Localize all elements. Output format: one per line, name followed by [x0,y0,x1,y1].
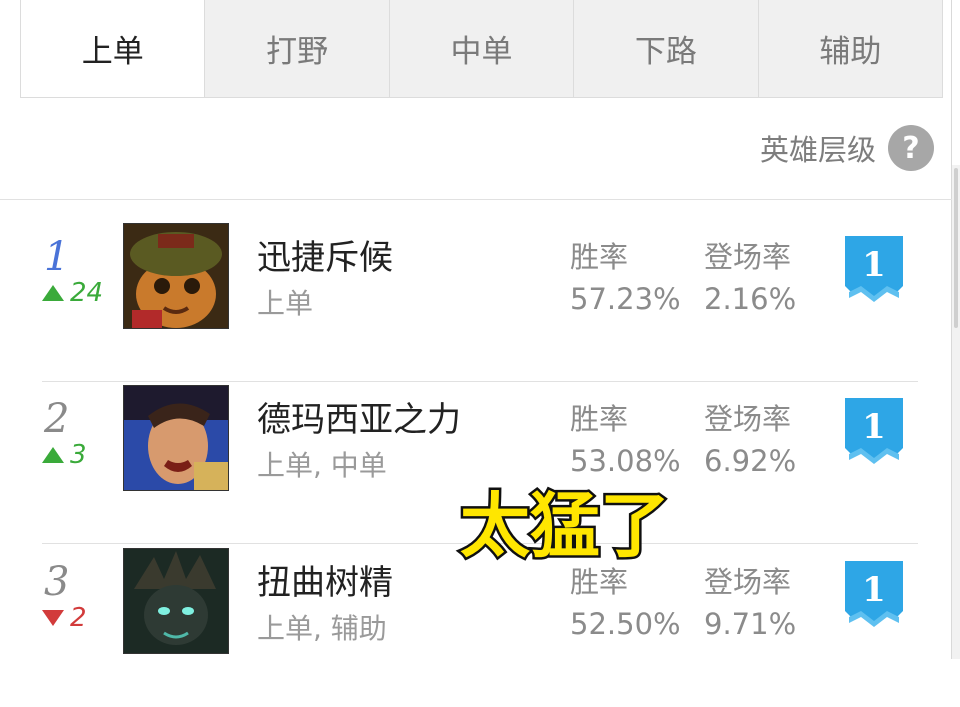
tier-badge-icon: 1 [845,561,903,627]
arrow-up-icon [42,285,64,301]
rank-number: 3 [44,559,70,605]
win-rate-value: 57.23% [570,282,681,316]
rank-number: 1 [44,234,70,280]
role-tabs: 上单 打野 中单 下路 辅助 [20,0,943,98]
win-rate-label: 胜率 [570,402,629,436]
tier-badge-icon: 1 [845,398,903,464]
scrollbar-thumb[interactable] [954,168,958,328]
tier-badge-value: 1 [862,407,886,447]
rank-change-value: 2 [70,603,87,633]
pick-rate-value: 9.71% [704,607,797,641]
hero-portrait[interactable] [123,223,229,329]
hero-role: 上单, 中单 [257,449,387,482]
hero-role: 上单 [257,287,314,320]
rank-change-value: 24 [70,278,104,308]
hero-name[interactable]: 迅捷斥候 [257,230,393,279]
tier-badge-value: 1 [862,245,886,285]
hero-name[interactable]: 扭曲树精 [257,555,393,604]
arrow-down-icon [42,610,64,626]
hero-role: 上单, 辅助 [257,612,387,645]
tab-support[interactable]: 辅助 [757,0,942,97]
tier-header: 英雄层级 ? [760,125,934,171]
hero-portrait[interactable] [123,385,229,491]
tab-bottom[interactable]: 下路 [573,0,757,97]
tab-mid[interactable]: 中单 [388,0,573,97]
hero-name[interactable]: 德玛西亚之力 [257,392,461,441]
tier-badge-value: 1 [862,570,886,610]
win-rate-label: 胜率 [570,240,629,274]
rank-change: 2 [42,603,87,633]
pick-rate-value: 6.92% [704,444,797,478]
overlay-caption: 太猛了 [458,483,673,570]
pick-rate-label: 登场率 [704,402,792,436]
pick-rate-value: 2.16% [704,282,797,316]
pick-rate-label: 登场率 [704,565,792,599]
pick-rate-label: 登场率 [704,240,792,274]
tab-top[interactable]: 上单 [21,0,205,97]
tier-badge-icon: 1 [845,236,903,302]
hero-row[interactable]: 1 24 迅捷斥候 上单 胜率 57.23% 登场率 2.16% 1 [42,220,918,382]
help-icon[interactable]: ? [888,125,934,171]
rank-number: 2 [44,396,70,442]
tier-header-label: 英雄层级 [759,133,876,167]
win-rate-value: 52.50% [570,607,681,641]
hero-portrait[interactable] [123,548,229,654]
rank-change: 24 [42,278,103,308]
divider [0,199,952,200]
rank-change: 3 [42,440,87,470]
arrow-up-icon [42,447,64,463]
rank-change-value: 3 [70,440,87,470]
tab-jungle[interactable]: 打野 [204,0,388,97]
